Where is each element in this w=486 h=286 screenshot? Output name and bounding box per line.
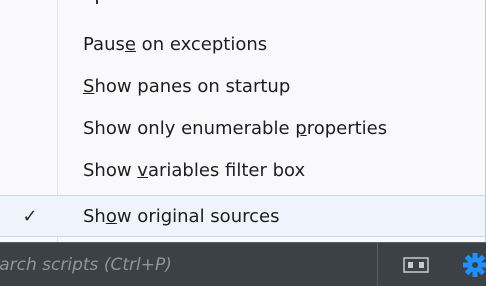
search-scripts-input[interactable] — [0, 243, 376, 286]
menu-item-label: Pause on exceptions — [83, 34, 268, 55]
menu-item-show-original-sources[interactable]: ✓ Show original sources — [0, 195, 485, 237]
menu-item-label: Show panes on startup — [83, 76, 291, 97]
gear-icon — [463, 253, 486, 277]
menu-top-tick — [96, 0, 98, 4]
menu-item-pause-on-exceptions[interactable]: Pause on exceptions — [0, 24, 485, 66]
debugger-options-button[interactable] — [462, 251, 486, 279]
toolbar-divider — [377, 243, 378, 286]
menu-item-label: Show only enumerable properties — [83, 118, 388, 139]
menu-item-show-panes-on-startup[interactable]: Show panes on startup — [0, 66, 485, 108]
checkmark-icon: ✓ — [22, 206, 38, 227]
toggle-panes-icon — [403, 257, 429, 273]
menu-item-show-only-enumerable-properties[interactable]: Show only enumerable properties — [0, 108, 485, 150]
menu-item-label: Show original sources — [83, 206, 280, 227]
debugger-toolbar — [0, 242, 486, 286]
menu-item-show-variables-filter-box[interactable]: Show variables filter box — [0, 150, 485, 192]
options-menu: Pause on exceptions Show panes on startu… — [0, 0, 486, 242]
menu-item-label: Show variables filter box — [83, 160, 306, 181]
toggle-panes-button[interactable] — [398, 254, 434, 276]
